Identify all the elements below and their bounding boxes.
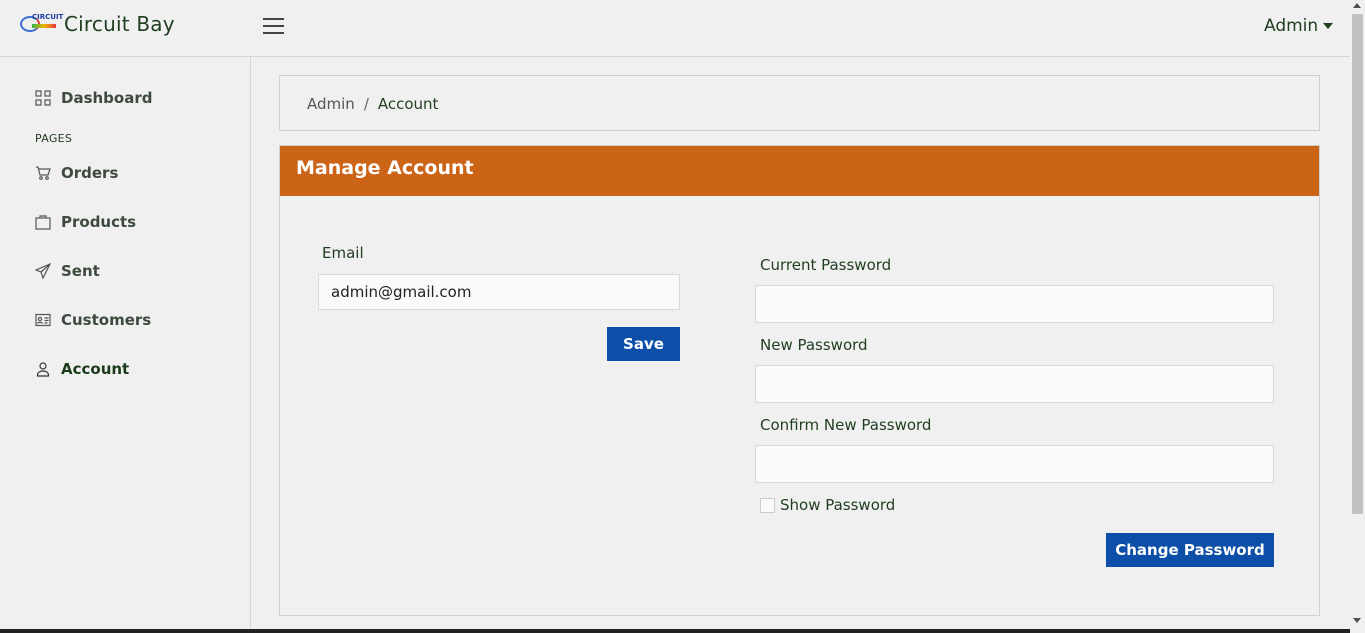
sidebar-item-account[interactable]: Account [34, 360, 129, 378]
scroll-up-icon[interactable] [1353, 3, 1361, 8]
manage-account-card: Manage Account Email Save Current Passwo… [279, 145, 1320, 616]
current-password-field[interactable] [755, 285, 1274, 323]
user-dropdown[interactable]: Admin [1264, 16, 1334, 36]
user-icon [34, 360, 52, 378]
new-password-label: New Password [760, 336, 868, 354]
sidebar-item-sent[interactable]: Sent [34, 262, 100, 280]
confirm-password-field[interactable] [755, 445, 1274, 483]
scroll-down-icon[interactable] [1353, 618, 1361, 623]
card-title: Manage Account [280, 146, 1319, 196]
email-label: Email [322, 244, 364, 262]
caret-down-icon [1323, 23, 1334, 29]
sidebar-item-label: Account [61, 360, 130, 378]
user-dropdown-label: Admin [1264, 16, 1319, 36]
circuit-bay-logo: CIRCUIT [20, 12, 63, 36]
show-password-checkbox[interactable] [760, 498, 775, 513]
email-field[interactable] [318, 274, 680, 310]
window-bottom-edge [0, 629, 1350, 633]
sidebar-item-orders[interactable]: Orders [34, 164, 118, 182]
breadcrumb: Admin / Account [279, 75, 1320, 131]
sidebar-item-dashboard[interactable]: Dashboard [34, 89, 152, 107]
brand-link[interactable]: CIRCUIT Circuit Bay [20, 12, 175, 36]
breadcrumb-item-current: Account [377, 95, 439, 113]
current-password-label: Current Password [760, 256, 892, 274]
new-password-field[interactable] [755, 365, 1274, 403]
send-icon [34, 262, 52, 280]
sidebar-item-products[interactable]: Products [34, 213, 136, 231]
id-card-icon [34, 311, 52, 329]
brand-name: Circuit Bay [64, 12, 175, 36]
show-password-label[interactable]: Show Password [780, 496, 895, 514]
scrollbar-thumb[interactable] [1352, 14, 1363, 514]
confirm-password-label: Confirm New Password [760, 416, 932, 434]
breadcrumb-item-admin[interactable]: Admin [307, 95, 355, 113]
save-button[interactable]: Save [607, 327, 680, 361]
sidebar-item-label: Products [61, 213, 137, 231]
sidebar-item-label: Customers [61, 311, 152, 329]
breadcrumb-separator: / [363, 95, 369, 113]
bag-icon [34, 213, 52, 231]
cart-icon [34, 164, 52, 182]
sidebar-item-label: Orders [61, 164, 119, 182]
sidebar-item-label: Dashboard [61, 89, 153, 107]
menu-toggle-icon[interactable] [263, 18, 284, 35]
sidebar-item-customers[interactable]: Customers [34, 311, 151, 329]
sidebar-section-label: PAGES [35, 132, 73, 145]
page-scrollbar[interactable] [1350, 0, 1365, 633]
top-navbar: CIRCUIT Circuit Bay Admin [0, 0, 1350, 57]
sidebar-item-label: Sent [61, 262, 100, 280]
sidebar: Dashboard PAGES Orders Products Sent Cus… [0, 57, 251, 633]
change-password-button[interactable]: Change Password [1106, 533, 1274, 567]
grid-icon [34, 89, 52, 107]
